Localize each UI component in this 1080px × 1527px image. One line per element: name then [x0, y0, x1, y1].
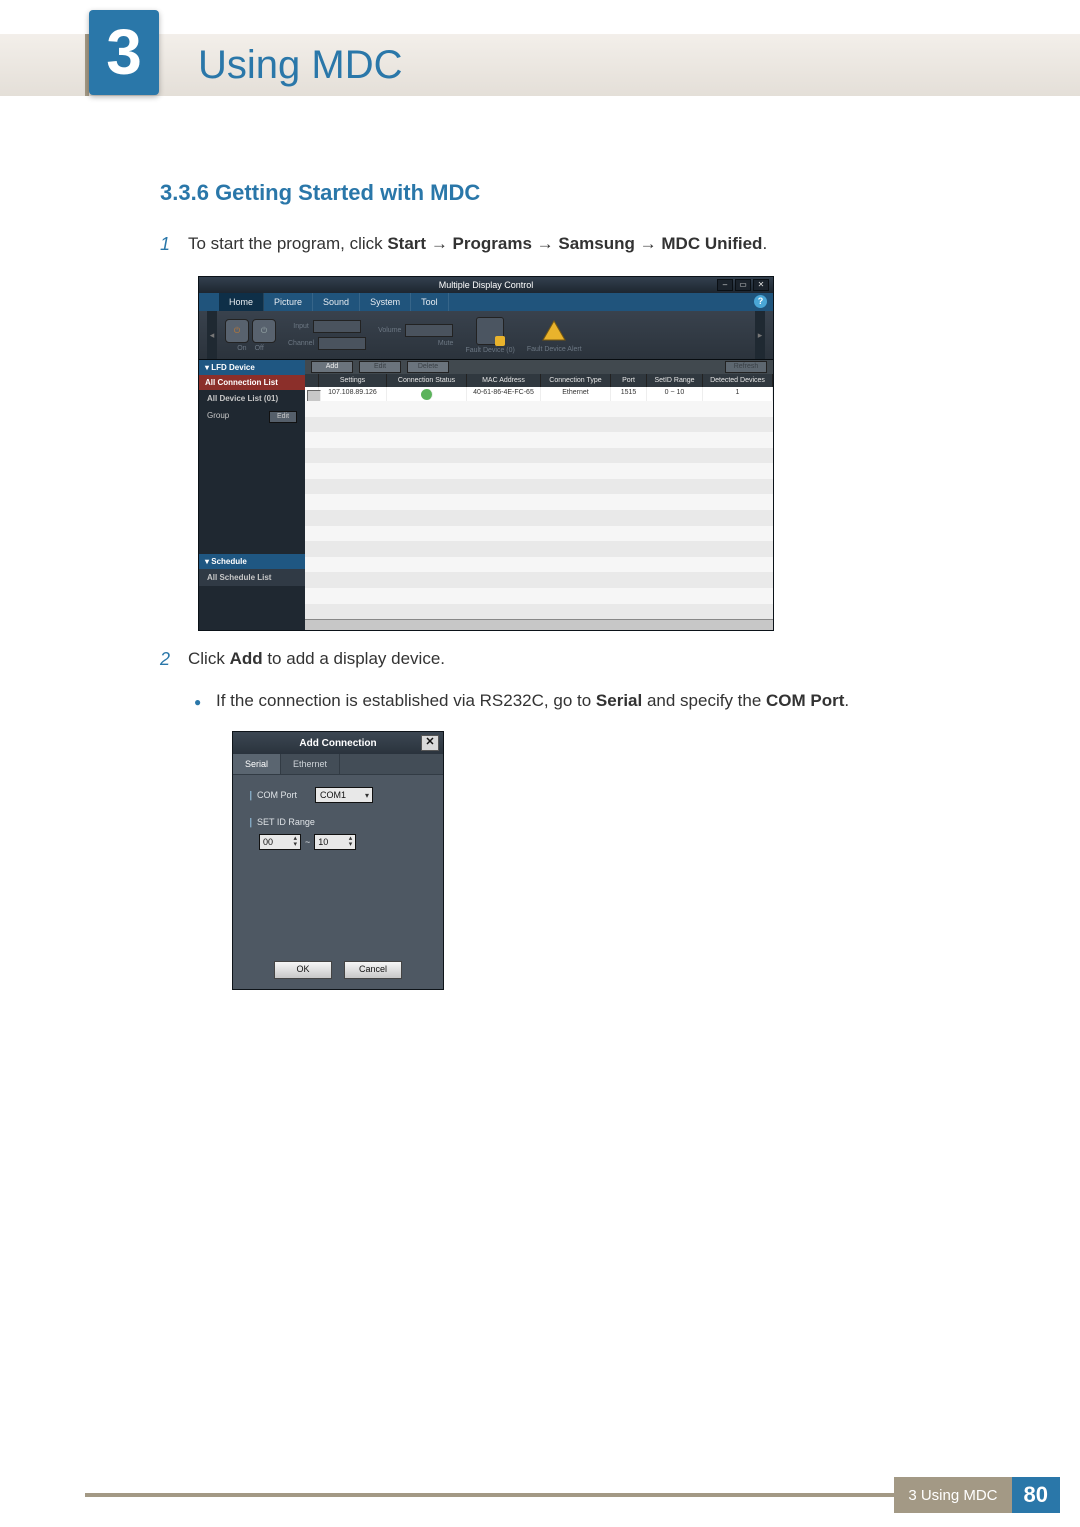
main-toolbar: Add Edit Delete Refresh [305, 360, 773, 374]
fault-device-label: Fault Device (0) [465, 347, 514, 354]
power-on-icon[interactable]: ⏻ [225, 319, 249, 343]
ok-button[interactable]: OK [274, 961, 332, 979]
chapter-band [0, 34, 1080, 96]
sidebar-item-all-connection[interactable]: All Connection List [199, 375, 305, 390]
close-icon[interactable]: ✕ [753, 279, 769, 291]
cancel-button[interactable]: Cancel [344, 961, 402, 979]
grid-empty-rows [305, 401, 773, 619]
power-off-label: Off [255, 345, 264, 352]
tab-tool[interactable]: Tool [411, 293, 449, 311]
content-area: 3.3.6 Getting Started with MDC 1 To star… [160, 180, 980, 990]
mute-label: Mute [438, 340, 454, 347]
setid-from-spinner[interactable]: 00▴▾ [259, 834, 301, 850]
power-on-label: On [237, 345, 246, 352]
dialog-close-icon[interactable]: ✕ [421, 735, 439, 751]
page-number: 80 [1012, 1477, 1060, 1513]
mdc-toolbar: ◂ ⏻ ⏻ On Off Input Channel Volume Mute [199, 311, 773, 360]
edit-button[interactable]: Edit [359, 361, 401, 373]
table-row[interactable]: 107.108.89.126 40-61-86-4E-FC-65 Etherne… [305, 387, 773, 401]
footer-chapter-label: 3 Using MDC [894, 1477, 1011, 1513]
mdc-title-text: Multiple Display Control [439, 280, 534, 290]
tab-sound[interactable]: Sound [313, 293, 360, 311]
dialog-tabs: Serial Ethernet [233, 754, 443, 775]
mdc-main-window: Multiple Display Control – ▭ ✕ Home Pict… [198, 276, 774, 631]
fault-alert-icon[interactable] [541, 318, 567, 344]
bullet-icon: ● [194, 691, 216, 713]
help-icon[interactable]: ? [754, 295, 767, 308]
fault-alert-label: Fault Device Alert [527, 346, 582, 353]
mdc-titlebar: Multiple Display Control – ▭ ✕ [199, 277, 773, 293]
setid-row: SET ID Range 00▴▾ ~ 10▴▾ [247, 817, 429, 850]
footer-rule [85, 1493, 894, 1513]
section-title: Getting Started with MDC [215, 180, 480, 205]
power-off-icon[interactable]: ⏻ [252, 319, 276, 343]
channel-spin[interactable] [318, 337, 366, 350]
volume-label: Volume [378, 327, 401, 334]
maximize-icon[interactable]: ▭ [735, 279, 751, 291]
section-heading: 3.3.6 Getting Started with MDC [160, 180, 980, 206]
dialog-titlebar: Add Connection ✕ [233, 732, 443, 754]
mdc-tabbar: Home Picture Sound System Tool ? [199, 293, 773, 311]
dialog-title-text: Add Connection [299, 738, 376, 749]
page-footer: 3 Using MDC 80 [85, 1477, 1060, 1513]
bullet-text: If the connection is established via RS2… [216, 691, 849, 713]
sidebar-schedule-header[interactable]: ▾ Schedule [199, 554, 305, 569]
delete-button[interactable]: Delete [407, 361, 449, 373]
step-text: Click Add to add a display device. [188, 646, 445, 673]
com-port-label: COM Port [247, 790, 309, 801]
tab-serial[interactable]: Serial [233, 754, 281, 774]
input-combo[interactable] [313, 320, 361, 333]
tab-system[interactable]: System [360, 293, 411, 311]
step-number: 1 [160, 231, 188, 258]
setid-to-spinner[interactable]: 10▴▾ [314, 834, 356, 850]
mdc-sidebar: ▾ LFD Device All Connection List All Dev… [199, 360, 305, 630]
section-number: 3.3.6 [160, 180, 209, 205]
refresh-button[interactable]: Refresh [725, 361, 767, 373]
volume-slider[interactable] [405, 324, 453, 337]
fault-device-icon[interactable] [476, 317, 504, 345]
com-port-combo[interactable]: COM1 [315, 787, 373, 803]
input-label: Input [293, 323, 309, 330]
step-1: 1 To start the program, click Start → Pr… [160, 231, 980, 258]
sub-bullet: ● If the connection is established via R… [194, 691, 980, 713]
tab-picture[interactable]: Picture [264, 293, 313, 311]
horizontal-scrollbar[interactable] [305, 619, 773, 630]
channel-label: Channel [288, 340, 314, 347]
group-edit-button[interactable]: Edit [269, 411, 297, 423]
tab-home[interactable]: Home [219, 293, 264, 311]
grid-header: Settings Connection Status MAC Address C… [305, 374, 773, 387]
toolbar-right-icon[interactable]: ▸ [755, 311, 765, 359]
minimize-icon[interactable]: – [717, 279, 733, 291]
chapter-number-badge: 3 [89, 10, 159, 95]
tab-ethernet[interactable]: Ethernet [281, 754, 340, 774]
step-2: 2 Click Add to add a display device. [160, 646, 980, 673]
mdc-main-panel: Add Edit Delete Refresh Settings Connect… [305, 360, 773, 630]
chapter-title: Using MDC [198, 34, 402, 96]
step-number: 2 [160, 646, 188, 673]
toolbar-left-icon[interactable]: ◂ [207, 311, 217, 359]
setid-sep: ~ [305, 837, 310, 847]
sidebar-item-group[interactable]: Group Edit [199, 407, 305, 427]
sidebar-item-all-schedule[interactable]: All Schedule List [199, 569, 305, 586]
status-connected-icon [421, 389, 433, 400]
sidebar-item-all-device[interactable]: All Device List (01) [199, 390, 305, 407]
sidebar-lfd-header[interactable]: ▾ LFD Device [199, 360, 305, 375]
step-text: To start the program, click Start → Prog… [188, 231, 767, 258]
com-port-row: COM Port COM1 [247, 787, 429, 803]
add-button[interactable]: Add [311, 361, 353, 373]
warning-badge-icon [495, 336, 505, 346]
add-connection-dialog: Add Connection ✕ Serial Ethernet COM Por… [232, 731, 444, 990]
setid-label: SET ID Range [247, 817, 315, 828]
